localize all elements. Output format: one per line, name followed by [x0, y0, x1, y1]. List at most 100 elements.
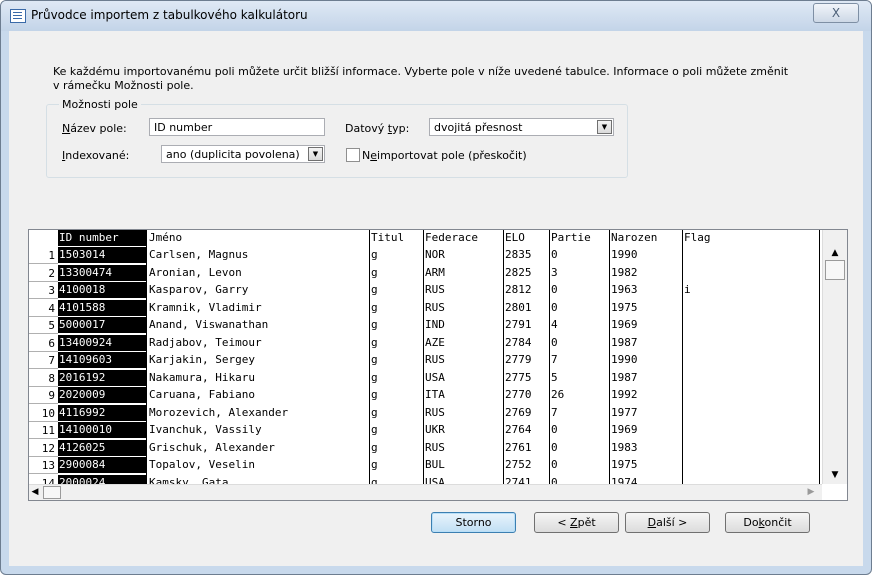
cell-id-number[interactable]: 2020009: [58, 387, 146, 403]
cell-partie[interactable]: 0: [551, 335, 609, 351]
cell-id-number[interactable]: 4116992: [58, 405, 146, 421]
cell-partie[interactable]: 0: [551, 282, 609, 298]
table-row[interactable]: 10 4116992 Morozevich, Alexander g RUS 2769 7 1…: [29, 405, 819, 422]
cell-flag[interactable]: [684, 335, 814, 351]
cell-jmeno[interactable]: Ivanchuk, Vassily: [149, 422, 369, 438]
cell-jmeno[interactable]: Aronian, Levon: [149, 265, 369, 281]
row-number[interactable]: 11: [29, 422, 57, 438]
cell-partie[interactable]: 0: [551, 422, 609, 438]
cell-jmeno[interactable]: Radjabov, Teimour: [149, 335, 369, 351]
cell-flag[interactable]: [684, 300, 814, 316]
arrow-right-icon[interactable]: ▶: [804, 483, 818, 500]
cell-narozen[interactable]: 1969: [611, 422, 681, 438]
cell-flag[interactable]: [684, 247, 814, 263]
cell-id-number[interactable]: 4100018: [58, 282, 146, 298]
cell-partie[interactable]: 7: [551, 352, 609, 368]
data-type-select[interactable]: dvojitá přesnost ▼: [429, 118, 614, 136]
cell-elo[interactable]: 2775: [505, 370, 551, 386]
table-row[interactable]: 13 2900084 Topalov, Veselin g BUL 2752 0 1975: [29, 457, 819, 474]
column-header-federace[interactable]: Federace: [425, 230, 503, 246]
cell-jmeno[interactable]: Carlsen, Magnus: [149, 247, 369, 263]
cell-id-number[interactable]: 5000017: [58, 317, 146, 333]
arrow-down-icon[interactable]: ▼: [825, 466, 845, 484]
cell-titul[interactable]: g: [371, 317, 423, 333]
cell-narozen[interactable]: 1983: [611, 440, 681, 456]
table-row[interactable]: 4 4101588 Kramnik, Vladimir g RUS 2801 0 1975: [29, 300, 819, 317]
cell-id-number[interactable]: 1503014: [58, 247, 146, 263]
table-row[interactable]: 3 4100018 Kasparov, Garry g RUS 2812 0 1963 i: [29, 282, 819, 299]
cell-jmeno[interactable]: Morozevich, Alexander: [149, 405, 369, 421]
cell-titul[interactable]: g: [371, 247, 423, 263]
cell-titul[interactable]: g: [371, 370, 423, 386]
cell-elo[interactable]: 2769: [505, 405, 551, 421]
cell-narozen[interactable]: 1992: [611, 387, 681, 403]
cell-partie[interactable]: 5: [551, 370, 609, 386]
row-number[interactable]: 10: [29, 405, 57, 421]
table-row[interactable]: 5 5000017 Anand, Viswanathan g IND 2791 4 1969: [29, 317, 819, 334]
cell-elo[interactable]: 2801: [505, 300, 551, 316]
row-number[interactable]: 1: [29, 247, 57, 263]
table-row[interactable]: 1 1503014 Carlsen, Magnus g NOR 2835 0 1990: [29, 247, 819, 264]
cell-jmeno[interactable]: Grischuk, Alexander: [149, 440, 369, 456]
cell-titul[interactable]: g: [371, 265, 423, 281]
table-row[interactable]: 7 14109603 Karjakin, Sergey g RUS 2779 7 1990: [29, 352, 819, 369]
cell-id-number[interactable]: 13400924: [58, 335, 146, 351]
close-button[interactable]: X: [813, 3, 859, 23]
cell-narozen[interactable]: 1990: [611, 247, 681, 263]
next-button[interactable]: Další >: [625, 512, 710, 533]
cell-elo[interactable]: 2770: [505, 387, 551, 403]
row-number[interactable]: 12: [29, 440, 57, 456]
cell-jmeno[interactable]: Karjakin, Sergey: [149, 352, 369, 368]
cell-federace[interactable]: IND: [425, 317, 503, 333]
table-row[interactable]: 6 13400924 Radjabov, Teimour g AZE 2784 0 1987: [29, 335, 819, 352]
skip-field-checkbox[interactable]: [346, 148, 360, 162]
cell-partie[interactable]: 0: [551, 457, 609, 473]
cell-narozen[interactable]: 1982: [611, 265, 681, 281]
cell-elo[interactable]: 2825: [505, 265, 551, 281]
cell-jmeno[interactable]: Anand, Viswanathan: [149, 317, 369, 333]
column-header-id-number[interactable]: ID number: [58, 230, 146, 246]
cell-titul[interactable]: g: [371, 282, 423, 298]
arrow-left-icon[interactable]: ◀: [29, 483, 41, 500]
row-number[interactable]: 9: [29, 387, 57, 403]
vertical-scrollbar[interactable]: ▲ ▼: [822, 230, 847, 484]
column-header-titul[interactable]: Titul: [371, 230, 423, 246]
cell-elo[interactable]: 2784: [505, 335, 551, 351]
cell-jmeno[interactable]: Caruana, Fabiano: [149, 387, 369, 403]
cell-flag[interactable]: [684, 387, 814, 403]
cell-id-number[interactable]: 4126025: [58, 440, 146, 456]
cell-elo[interactable]: 2779: [505, 352, 551, 368]
cell-jmeno[interactable]: Kasparov, Garry: [149, 282, 369, 298]
cell-titul[interactable]: g: [371, 405, 423, 421]
cell-flag[interactable]: [684, 370, 814, 386]
cell-federace[interactable]: UKR: [425, 422, 503, 438]
cell-jmeno[interactable]: Topalov, Veselin: [149, 457, 369, 473]
cell-narozen[interactable]: 1975: [611, 300, 681, 316]
cell-flag[interactable]: [684, 317, 814, 333]
cell-narozen[interactable]: 1987: [611, 335, 681, 351]
cell-flag[interactable]: [684, 440, 814, 456]
row-number[interactable]: 3: [29, 282, 57, 298]
cell-jmeno[interactable]: Kramnik, Vladimir: [149, 300, 369, 316]
horizontal-scroll-thumb[interactable]: [43, 486, 61, 499]
cell-titul[interactable]: g: [371, 387, 423, 403]
cell-id-number[interactable]: 14109603: [58, 352, 146, 368]
row-number[interactable]: 4: [29, 300, 57, 316]
cell-titul[interactable]: g: [371, 352, 423, 368]
cell-flag[interactable]: [684, 457, 814, 473]
cell-elo[interactable]: 2752: [505, 457, 551, 473]
cell-elo[interactable]: 2764: [505, 422, 551, 438]
cell-federace[interactable]: NOR: [425, 247, 503, 263]
field-name-input[interactable]: ID number: [149, 118, 325, 136]
cell-federace[interactable]: USA: [425, 370, 503, 386]
cell-elo[interactable]: 2812: [505, 282, 551, 298]
cell-titul[interactable]: g: [371, 300, 423, 316]
row-number[interactable]: 2: [29, 265, 57, 281]
cancel-button[interactable]: Storno: [431, 512, 516, 533]
cell-narozen[interactable]: 1987: [611, 370, 681, 386]
cell-id-number[interactable]: 2016192: [58, 370, 146, 386]
table-row[interactable]: 12 4126025 Grischuk, Alexander g RUS 2761 0 198…: [29, 440, 819, 457]
cell-id-number[interactable]: 13300474: [58, 265, 146, 281]
cell-jmeno[interactable]: Nakamura, Hikaru: [149, 370, 369, 386]
chevron-down-icon[interactable]: ▼: [308, 147, 323, 161]
